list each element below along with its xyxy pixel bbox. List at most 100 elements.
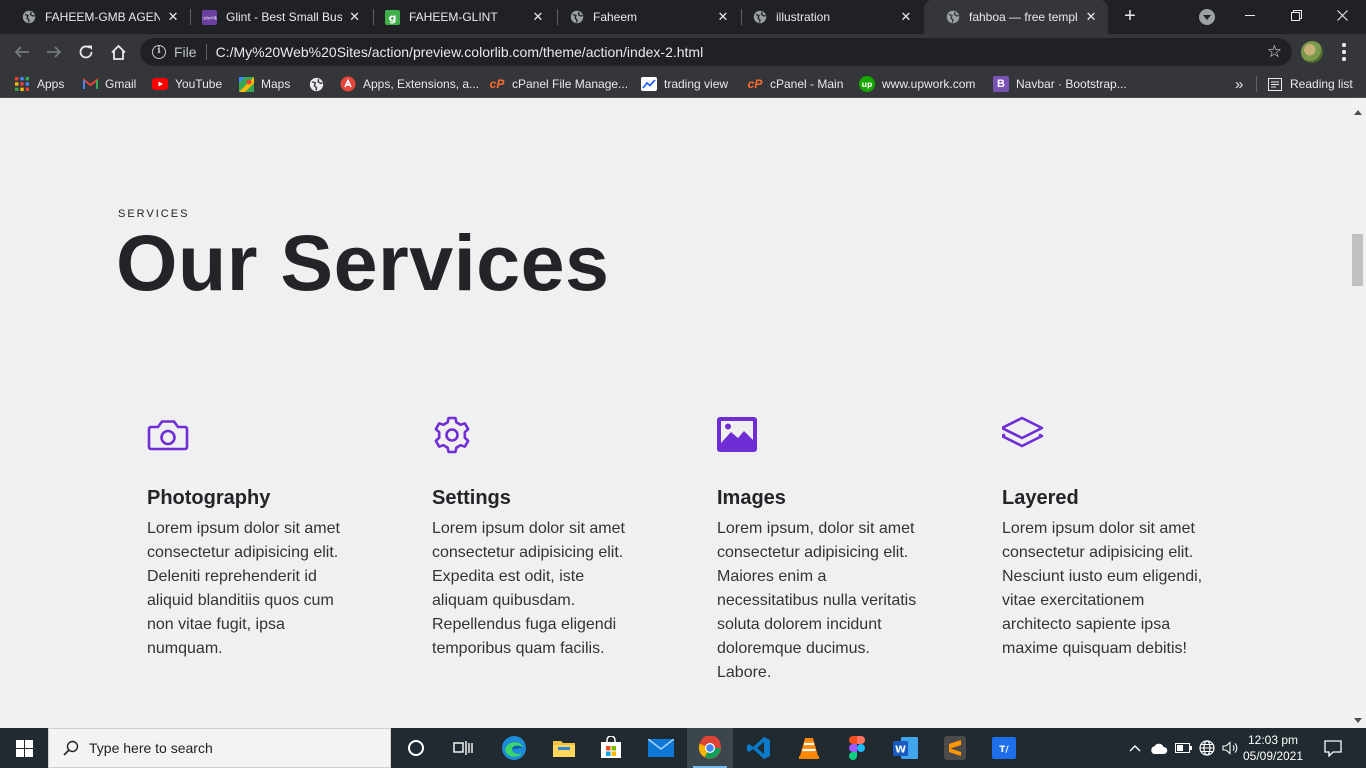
bookmark-apps[interactable]: Apps (14, 70, 64, 98)
forward-button[interactable] (42, 40, 66, 64)
start-button[interactable] (0, 728, 48, 768)
restore-button[interactable] (1273, 0, 1319, 30)
close-icon[interactable]: ✕ (348, 9, 361, 25)
figma-icon[interactable] (834, 728, 880, 768)
service-description: Lorem ipsum dolor sit amet consectetur a… (1002, 520, 1203, 657)
cortana-icon[interactable] (393, 728, 439, 768)
new-tab-button[interactable]: + (1119, 6, 1141, 28)
notification-center-icon[interactable] (1318, 728, 1348, 768)
bookmark-cpanel-main[interactable]: cP cPanel - Main (747, 70, 844, 98)
mail-icon[interactable] (638, 728, 684, 768)
scroll-down-arrow-icon[interactable] (1354, 718, 1362, 723)
file-explorer-icon[interactable] (541, 728, 587, 768)
page-viewport: SERVICES Our Services Photography Lorem … (0, 98, 1366, 728)
edge-icon[interactable] (491, 728, 537, 768)
network-globe-icon[interactable] (1196, 728, 1218, 768)
image-icon (717, 417, 757, 452)
info-icon[interactable]: i (152, 45, 166, 59)
task-view-icon[interactable] (440, 728, 486, 768)
glint-g-icon: g (385, 9, 400, 25)
vscode-icon[interactable] (736, 728, 782, 768)
windows-logo-icon (15, 739, 33, 757)
web-store-icon (340, 76, 356, 92)
profile-avatar[interactable] (1301, 41, 1323, 63)
tab-faheem-gmb-agency[interactable]: FAHEEM-GMB AGENCY ✕ (0, 0, 190, 34)
bookmark-maps[interactable]: Maps (238, 70, 290, 98)
colorlib-icon: colorlib (202, 9, 217, 25)
reading-list-button[interactable]: Reading list (1267, 70, 1353, 98)
taskbar-search-box[interactable]: Type here to search (48, 728, 391, 768)
service-description: Lorem ipsum dolor sit amet consectetur a… (147, 520, 340, 657)
back-button[interactable] (10, 40, 34, 64)
tab-glint[interactable]: colorlib Glint - Best Small Business ✕ (181, 0, 371, 34)
bookmark-globe[interactable] (308, 70, 331, 98)
svg-text:W: W (895, 745, 906, 756)
service-card-settings: Settings Lorem ipsum dolor sit amet cons… (432, 416, 642, 661)
close-icon[interactable]: ✕ (715, 9, 731, 25)
onedrive-icon[interactable] (1148, 728, 1170, 768)
scroll-up-arrow-icon[interactable] (1354, 110, 1362, 115)
close-icon[interactable]: ✕ (166, 9, 180, 25)
bookmark-gmail[interactable]: Gmail (82, 70, 136, 98)
bookmark-bootstrap[interactable]: B Navbar · Bootstrap... (993, 70, 1127, 98)
bookmark-label: trading view (664, 77, 729, 91)
tab-title: illustration (776, 10, 831, 24)
globe-icon (308, 76, 324, 92)
tab-title: FAHEEM-GMB AGENCY (45, 10, 161, 24)
url-text[interactable]: C:/My%20Web%20Sites/action/preview.color… (216, 44, 704, 60)
bookmark-trading-view[interactable]: trading view (641, 70, 728, 98)
close-icon[interactable]: ✕ (530, 9, 546, 25)
close-icon[interactable]: ✕ (898, 9, 914, 25)
windows-taskbar: Type here to search W T/ 12:03 pm 05/09/… (0, 728, 1366, 768)
close-window-button[interactable] (1319, 0, 1365, 30)
clock-time: 12:03 pm (1247, 733, 1299, 747)
volume-icon[interactable] (1219, 728, 1241, 768)
bookmark-label: Apps, Extensions, a... (363, 77, 480, 91)
vlc-icon[interactable] (786, 728, 832, 768)
store-icon[interactable] (588, 728, 634, 768)
tab-faheem-glint[interactable]: g FAHEEM-GLINT ✕ (364, 0, 556, 34)
service-card-photography: Photography Lorem ipsum dolor sit amet c… (147, 416, 357, 661)
service-title: Layered (1002, 487, 1079, 509)
tab-illustration[interactable]: illustration ✕ (731, 0, 924, 34)
tab-fahboa-active[interactable]: fahboa — free template ✕ (924, 0, 1108, 34)
bookmarks-overflow-button[interactable]: » (1235, 70, 1243, 98)
service-card-layered: Layered Lorem ipsum dolor sit amet conse… (1000, 416, 1212, 661)
chrome-icon[interactable] (687, 728, 733, 768)
service-title: Settings (432, 487, 511, 509)
bookmark-youtube[interactable]: YouTube (152, 70, 222, 98)
page-scrollbar[interactable] (1350, 98, 1366, 728)
bookmark-label: Maps (261, 77, 291, 91)
close-icon[interactable]: ✕ (1084, 9, 1098, 25)
tab-search-icon[interactable] (1199, 9, 1215, 25)
browser-toolbar: i File C:/My%20Web%20Sites/action/previe… (0, 34, 1366, 70)
sublime-icon[interactable] (932, 728, 978, 768)
cpanel-icon: cP (747, 77, 763, 91)
address-bar[interactable]: i File C:/My%20Web%20Sites/action/previe… (140, 38, 1292, 66)
globe-icon (21, 10, 36, 25)
bookmark-star-icon[interactable]: ☆ (1267, 43, 1282, 60)
bookmark-label: cPanel File Manage... (512, 77, 629, 91)
chrome-menu-icon[interactable] (1338, 42, 1350, 62)
tray-chevron-icon[interactable] (1126, 728, 1144, 768)
tab-faheem[interactable]: Faheem ✕ (548, 0, 741, 34)
bookmark-upwork[interactable]: up www.upwork.com (859, 70, 975, 98)
scrollbar-thumb[interactable] (1352, 234, 1363, 286)
home-button[interactable] (106, 40, 130, 64)
word-icon[interactable]: W (883, 728, 929, 768)
globe-icon (569, 10, 584, 25)
tab-title: Faheem (593, 10, 638, 24)
reading-list-icon (1267, 76, 1283, 92)
taskbar-clock[interactable]: 12:03 pm 05/09/2021 (1242, 732, 1304, 764)
reload-button[interactable] (74, 40, 98, 64)
typora-icon[interactable]: T/ (981, 728, 1027, 768)
clock-date: 05/09/2021 (1242, 749, 1304, 763)
bookmark-cpanel-file-manager[interactable]: cP cPanel File Manage... (489, 70, 628, 98)
bookmarks-divider (1256, 76, 1257, 92)
battery-icon[interactable] (1172, 728, 1194, 768)
bookmark-label: www.upwork.com (882, 77, 976, 91)
bookmark-label: Navbar · Bootstrap... (1016, 77, 1127, 91)
bookmark-web-store[interactable]: Apps, Extensions, a... (340, 70, 479, 98)
minimize-button[interactable] (1227, 0, 1273, 30)
search-icon (63, 740, 79, 756)
